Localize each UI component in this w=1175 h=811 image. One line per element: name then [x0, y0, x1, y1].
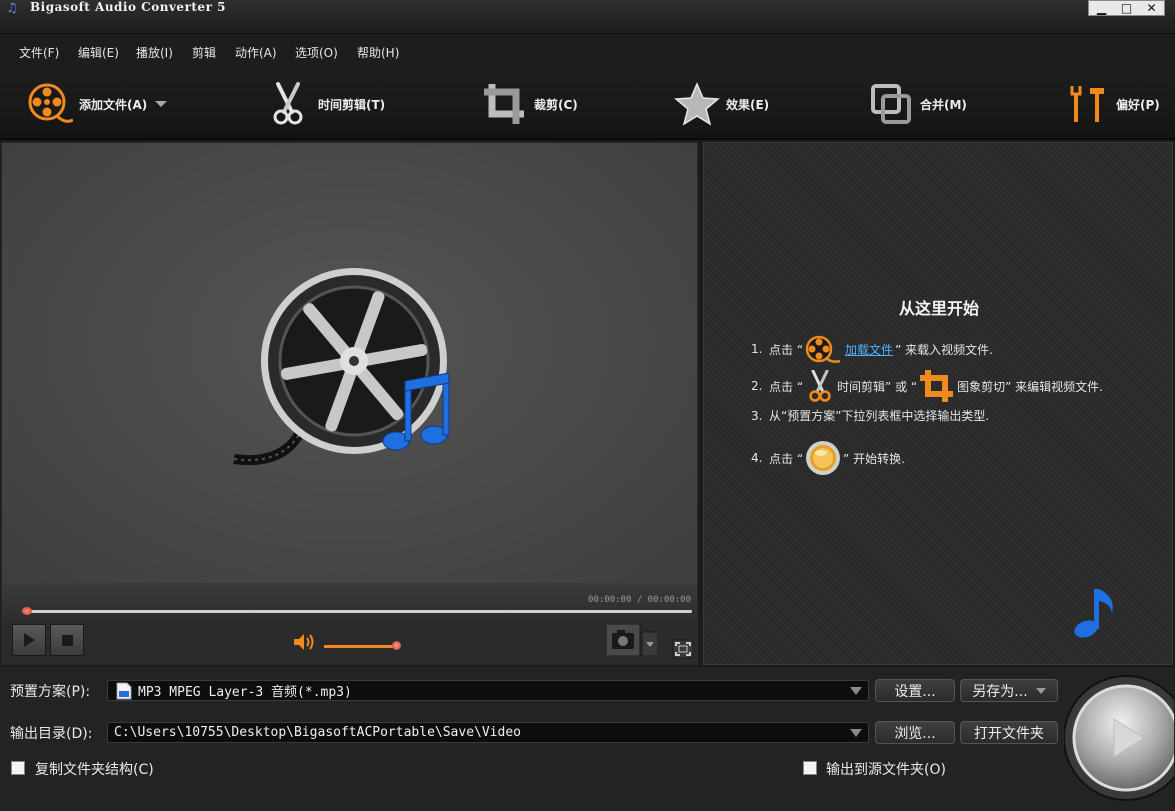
music-note-icon: [1074, 589, 1113, 638]
menu-play[interactable]: 播放(I): [136, 44, 173, 61]
getting-started-panel: 从这里开始 1. 点击 “ 加载文件 ” 来载入视频文件. 2. 点击 “ 时间…: [703, 142, 1173, 665]
seek-bar-area: 00:00:00 / 00:00:00: [2, 583, 697, 619]
crop-icon: [919, 369, 955, 403]
preview-pane: 00:00:00 / 00:00:00: [1, 142, 698, 665]
crop-button[interactable]: 裁剪(C): [482, 82, 578, 126]
play-button[interactable]: [12, 624, 46, 656]
preferences-label: 偏好(P): [1116, 97, 1160, 112]
menu-options[interactable]: 选项(O): [295, 44, 338, 61]
main-toolbar: 添加文件(A) 时间剪辑(T) 裁剪(C) 效果(E) 合并(M) 偏好(P): [0, 68, 1175, 140]
play-icon: [23, 633, 35, 647]
playback-controls: [2, 619, 697, 664]
volume-handle[interactable]: [392, 641, 401, 650]
seek-slider[interactable]: [22, 610, 692, 613]
guide-title: 从这里开始: [898, 299, 979, 318]
trim-button[interactable]: 时间剪辑(T): [266, 82, 385, 126]
scissors-icon: [805, 370, 835, 402]
audio-file-icon: [116, 682, 132, 699]
title-bar: ♫ Bigasoft Audio Converter 5 ▁ □ ✕: [0, 0, 1175, 34]
guide-step-1: 1. 点击 “ 加载文件 ” 来载入视频文件.: [751, 335, 993, 363]
menu-action[interactable]: 动作(A): [235, 44, 277, 61]
menu-bar: 文件(F) 编辑(E) 播放(I) 剪辑 动作(A) 选项(O) 帮助(H): [0, 34, 1175, 68]
film-reel-icon: [27, 82, 73, 126]
stop-icon: [61, 634, 73, 646]
load-file-link[interactable]: 加载文件: [845, 341, 893, 358]
menu-edit[interactable]: 编辑(E): [78, 44, 119, 61]
copy-structure-checkbox[interactable]: [11, 761, 25, 775]
output-dir-label: 输出目录(D):: [10, 726, 93, 742]
chevron-down-icon: [850, 687, 862, 695]
window-title: Bigasoft Audio Converter 5: [30, 0, 226, 14]
output-to-source-checkbox[interactable]: [803, 761, 817, 775]
effect-label: 效果(E): [726, 97, 770, 112]
menu-help[interactable]: 帮助(H): [357, 44, 399, 61]
chevron-down-icon: [1035, 687, 1046, 694]
preferences-button[interactable]: 偏好(P): [1064, 82, 1160, 126]
preset-value: MP3 MPEG Layer-3 音频(*.mp3): [138, 685, 352, 700]
output-dir-dropdown[interactable]: C:\Users\10755\Desktop\BigasoftACPortabl…: [107, 722, 869, 743]
effect-button[interactable]: 效果(E): [674, 82, 769, 126]
add-file-label: 添加文件(A): [79, 97, 148, 112]
maximize-button[interactable]: □: [1114, 1, 1139, 15]
film-reel-icon: [805, 335, 841, 363]
star-icon: [674, 82, 720, 126]
minimize-button[interactable]: ▁: [1089, 1, 1114, 15]
convert-button[interactable]: [1064, 671, 1174, 805]
camera-icon: [606, 624, 658, 656]
volume-icon[interactable]: [292, 632, 316, 652]
chevron-down-icon: [850, 729, 862, 737]
guide-step-3: 3. 从“预置方案”下拉列表框中选择输出类型.: [751, 408, 990, 424]
seek-handle[interactable]: [22, 607, 32, 615]
output-settings-panel: 预置方案(P): MP3 MPEG Layer-3 音频(*.mp3) 设置..…: [0, 667, 1175, 811]
merge-label: 合并(M): [920, 97, 967, 112]
crop-icon: [482, 82, 528, 126]
window-controls: ▁ □ ✕: [1088, 0, 1165, 16]
preview-stage: [2, 143, 697, 583]
preset-dropdown[interactable]: MP3 MPEG Layer-3 音频(*.mp3): [107, 680, 869, 701]
merge-button[interactable]: 合并(M): [868, 82, 967, 126]
save-as-label: 另存为...: [972, 683, 1028, 700]
crop-label: 裁剪(C): [534, 97, 578, 112]
stop-button[interactable]: [50, 624, 84, 656]
menu-clip[interactable]: 剪辑: [192, 44, 216, 61]
volume-slider[interactable]: [324, 645, 396, 648]
browse-button[interactable]: 浏览...: [875, 721, 955, 744]
close-button[interactable]: ✕: [1139, 1, 1164, 15]
film-reel-logo-icon: [233, 268, 450, 466]
save-as-button[interactable]: 另存为...: [960, 679, 1058, 702]
copy-structure-label: 复制文件夹结构(C): [35, 762, 154, 778]
snapshot-button[interactable]: [606, 624, 658, 656]
add-file-button[interactable]: 添加文件(A): [27, 82, 168, 126]
fullscreen-icon[interactable]: [672, 639, 694, 659]
timecode: 00:00:00 / 00:00:00: [588, 595, 691, 605]
tools-icon: [1064, 82, 1110, 126]
scissors-icon: [266, 82, 312, 126]
settings-button[interactable]: 设置...: [875, 679, 955, 702]
chevron-down-icon[interactable]: [155, 101, 168, 107]
guide-step-4: 4. 点击 “ ” 开始转换.: [751, 440, 905, 476]
guide-step-2: 2. 点击 “ 时间剪辑” 或 “ 图象剪切” 来编辑视频文件.: [751, 369, 1103, 403]
output-dir-value: C:\Users\10755\Desktop\BigasoftACPortabl…: [114, 725, 521, 740]
merge-icon: [868, 82, 914, 126]
menu-file[interactable]: 文件(F): [19, 44, 59, 61]
preset-label: 预置方案(P):: [10, 684, 91, 700]
app-music-icon: ♫: [6, 1, 18, 16]
open-folder-button[interactable]: 打开文件夹: [960, 721, 1058, 744]
trim-label: 时间剪辑(T): [318, 97, 386, 112]
convert-orb-icon: [805, 440, 841, 476]
output-to-source-label: 输出到源文件夹(O): [826, 762, 946, 778]
